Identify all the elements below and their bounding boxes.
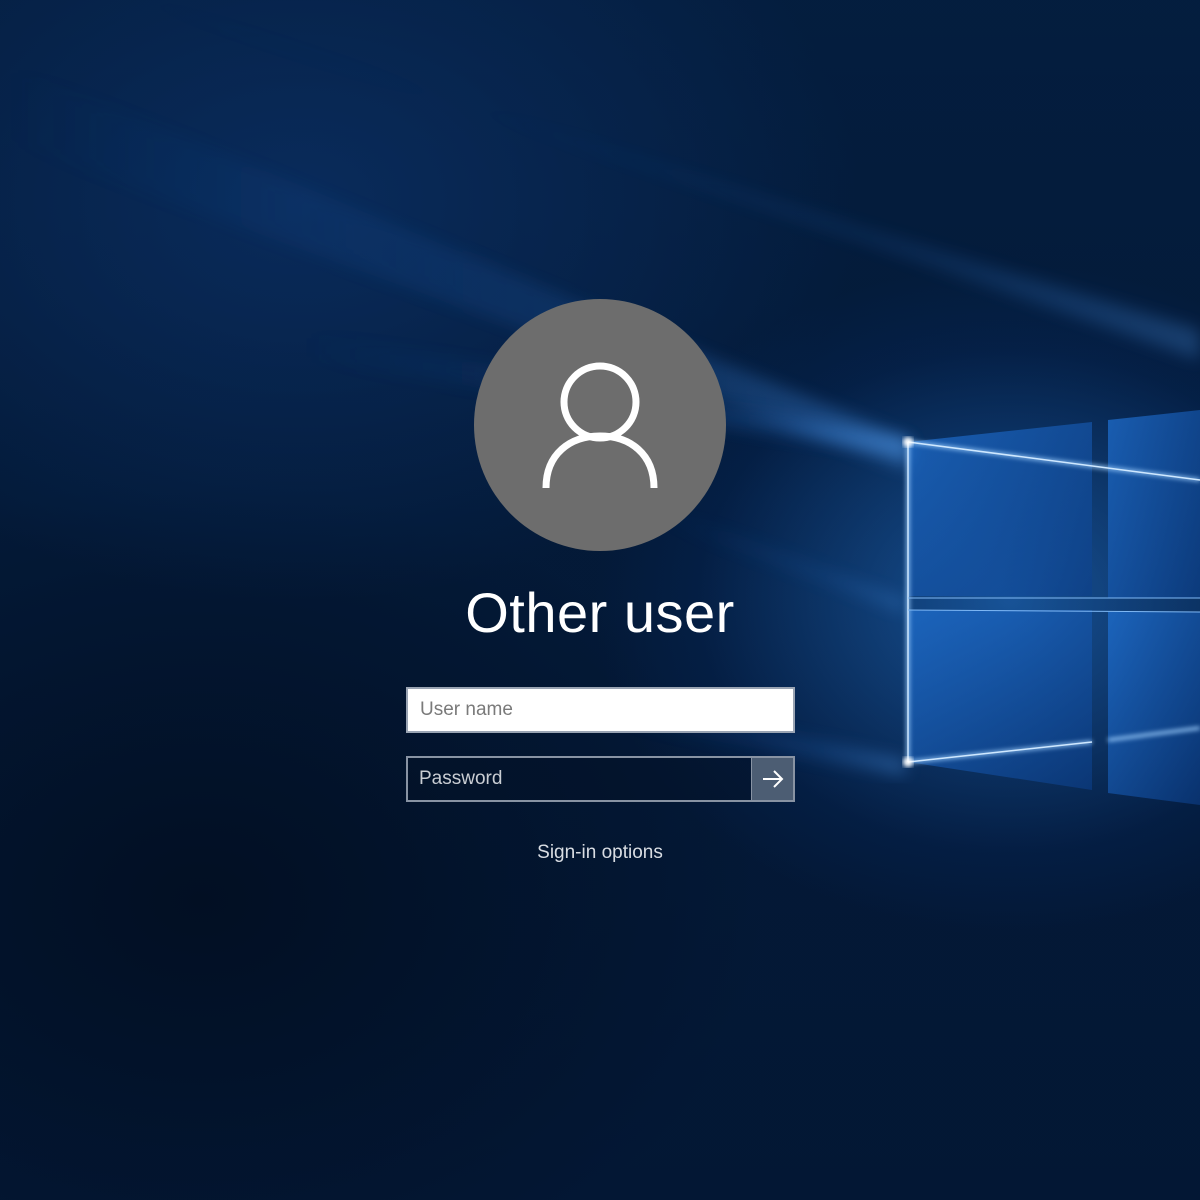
password-field	[406, 756, 795, 802]
submit-button[interactable]	[751, 758, 793, 800]
username-input[interactable]	[406, 687, 795, 733]
person-outline-icon	[542, 362, 658, 489]
user-title: Other user	[465, 581, 735, 644]
sign-in-options-link[interactable]: Sign-in options	[0, 842, 1200, 864]
password-input[interactable]	[408, 758, 751, 800]
avatar	[474, 299, 726, 551]
lock-screen: Other user Sign-in options	[0, 0, 1200, 1200]
arrow-right-icon	[762, 770, 783, 788]
